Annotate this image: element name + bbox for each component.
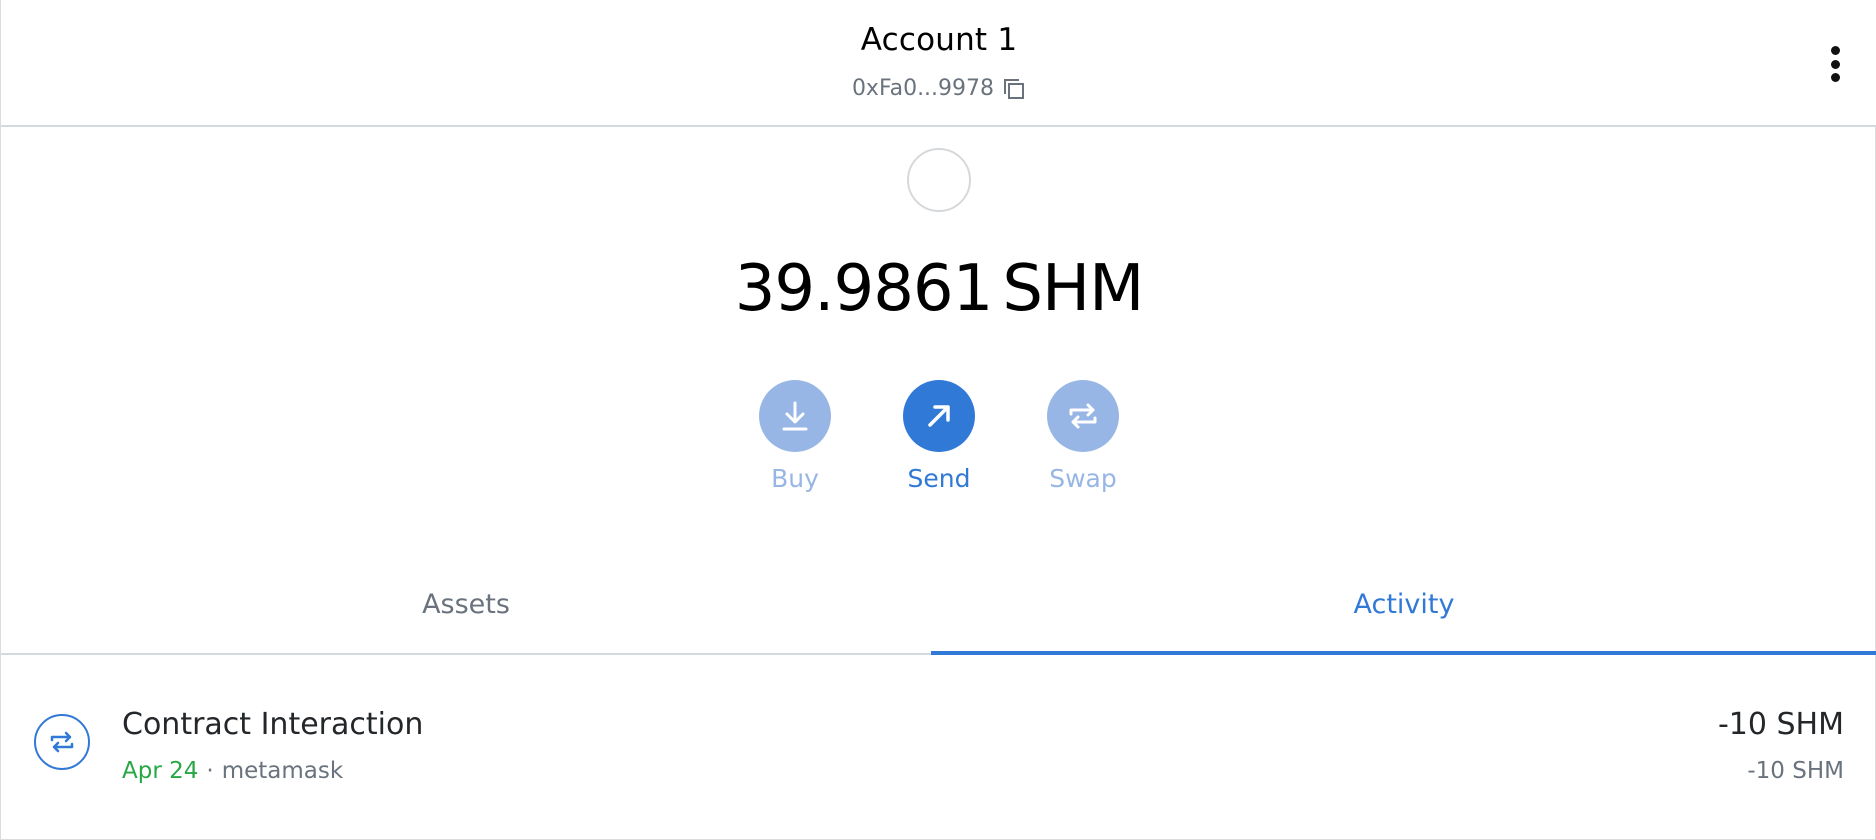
kebab-menu-icon[interactable] [1823,46,1847,82]
send-button[interactable]: Send [903,380,975,493]
account-address[interactable]: 0xFa0...9978 [852,76,994,101]
copy-icon[interactable] [1002,77,1026,101]
tab-assets[interactable]: Assets [1,555,931,653]
swap-button-circle[interactable] [1047,380,1119,452]
balance-display: 39.9861 SHM [1,252,1876,326]
transaction-secondary-amount: -10 SHM [1747,758,1844,784]
address-row[interactable]: 0xFa0...9978 [1,76,1876,101]
send-label: Send [907,464,971,493]
account-name[interactable]: Account 1 [1,22,1876,58]
swap-label: Swap [1049,464,1117,493]
arrow-up-right-icon [928,405,950,427]
swap-icon [1069,403,1097,429]
transaction-date: Apr 24 [122,758,199,784]
transaction-title: Contract Interaction [122,707,424,742]
transaction-amount: -10 SHM [1717,707,1844,742]
transaction-meta: Apr 24 · metamask [122,758,343,784]
send-button-circle[interactable] [903,380,975,452]
account-header: Account 1 0xFa0...9978 [1,0,1876,127]
account-avatar [907,148,971,212]
meta-separator: · [206,758,214,784]
tab-activity[interactable]: Activity [931,555,1876,655]
balance-symbol: SHM [1002,252,1144,326]
list-item[interactable]: Contract Interaction Apr 24 · metamask -… [1,657,1876,840]
wallet-window: Account 1 0xFa0...9978 39.9861 SHM Buy S… [0,0,1876,840]
swap-button[interactable]: Swap [1047,380,1119,493]
buy-button-circle[interactable] [759,380,831,452]
tab-bar: Assets Activity [1,555,1876,655]
transaction-origin: metamask [221,758,344,784]
buy-label: Buy [771,464,819,493]
balance-amount: 39.9861 [734,252,994,326]
action-buttons: Buy Send Swap [1,380,1876,493]
download-icon [782,401,808,431]
swap-icon [34,714,90,770]
buy-button[interactable]: Buy [759,380,831,493]
